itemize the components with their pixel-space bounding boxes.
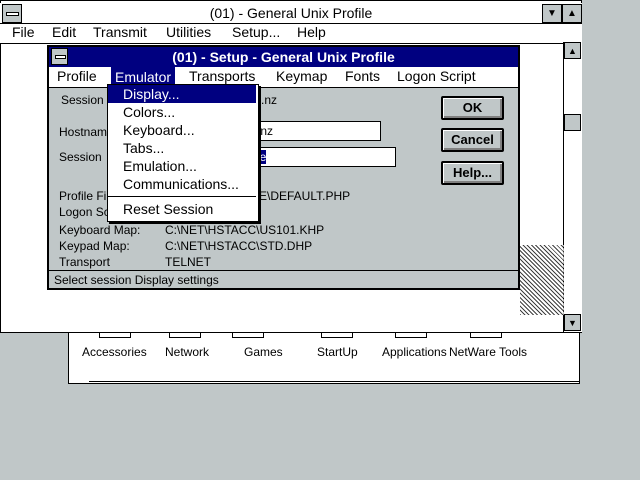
vertical-scrollbar[interactable]: ▲ ▼ <box>563 42 582 332</box>
menu-help[interactable]: Help <box>297 24 326 40</box>
main-window-title: (01) - General Unix Profile <box>209 5 373 21</box>
session-value: .nz <box>261 93 278 107</box>
menu-setup[interactable]: Setup... <box>232 24 280 40</box>
menu-edit[interactable]: Edit <box>52 24 76 40</box>
keyboard-map-value: C:\NET\HSTACC\US101.KHP <box>165 223 325 237</box>
session-name-field[interactable]: le <box>254 147 396 167</box>
minimize-button[interactable]: ▼ <box>542 4 562 23</box>
menu-fonts[interactable]: Fonts <box>345 68 380 84</box>
scroll-thumb[interactable] <box>564 114 581 131</box>
menu-utilities[interactable]: Utilities <box>166 24 211 40</box>
setup-title-bar: (01) - Setup - General Unix Profile <box>49 47 518 67</box>
keypad-map-value: C:\NET\HSTACC\STD.DHP <box>165 239 313 253</box>
divider <box>89 381 579 382</box>
ok-button[interactable]: OK <box>441 96 504 120</box>
keyboard-map-label: Keyboard Map: <box>59 223 141 237</box>
menu-item-keyboard[interactable]: Keyboard... <box>108 121 256 139</box>
menu-item-communications[interactable]: Communications... <box>108 175 256 193</box>
menu-logon-script[interactable]: Logon Script <box>397 68 476 84</box>
status-bar: Select session Display settings <box>49 270 518 289</box>
menu-profile[interactable]: Profile <box>57 68 97 84</box>
transport-value: TELNET <box>165 255 212 269</box>
group-label-applications[interactable]: Applications <box>382 345 447 359</box>
menu-item-display[interactable]: Display... <box>108 85 256 103</box>
menu-item-emulation[interactable]: Emulation... <box>108 157 256 175</box>
maximize-button[interactable]: ▲ <box>562 4 582 23</box>
session-name-label: Session <box>59 150 102 164</box>
group-label-games[interactable]: Games <box>244 345 283 359</box>
keypad-map-label: Keypad Map: <box>59 239 130 253</box>
dither-pattern <box>520 245 564 315</box>
group-label-startup[interactable]: StartUp <box>317 345 358 359</box>
menu-file[interactable]: File <box>12 24 35 40</box>
scroll-up-arrow-icon[interactable]: ▲ <box>564 42 581 59</box>
status-text: Select session Display settings <box>54 273 219 287</box>
group-label-network[interactable]: Network <box>165 345 209 359</box>
menu-item-tabs[interactable]: Tabs... <box>108 139 256 157</box>
profile-file-label: Profile Fi <box>59 189 107 203</box>
menu-item-colors[interactable]: Colors... <box>108 103 256 121</box>
menu-transmit[interactable]: Transmit <box>93 24 147 40</box>
menu-transports[interactable]: Transports <box>189 68 255 84</box>
main-title-bar: (01) - General Unix Profile ▼ ▲ <box>0 3 582 24</box>
group-label-netware-tools[interactable]: NetWare Tools <box>449 345 527 359</box>
profile-file-value: E\DEFAULT.PHP <box>259 189 351 203</box>
hostname-label: Hostnam <box>59 125 108 139</box>
group-label-accessories[interactable]: Accessories <box>82 345 147 359</box>
setup-title: (01) - Setup - General Unix Profile <box>172 49 395 65</box>
hostname-field[interactable]: .nz <box>254 121 381 141</box>
scroll-down-arrow-icon[interactable]: ▼ <box>564 314 581 331</box>
logon-script-label: Logon Sc <box>59 205 110 219</box>
cancel-button[interactable]: Cancel <box>441 128 504 152</box>
menu-keymap[interactable]: Keymap <box>276 68 327 84</box>
session-label: Session <box>61 93 104 107</box>
transport-label: Transport <box>59 255 110 269</box>
menu-separator <box>108 196 256 197</box>
menu-item-reset-session[interactable]: Reset Session <box>108 200 256 218</box>
main-menu-bar: File Edit Transmit Utilities Setup... He… <box>0 24 582 44</box>
emulator-dropdown: Display... Colors... Keyboard... Tabs...… <box>107 84 259 222</box>
help-button[interactable]: Help... <box>441 161 504 185</box>
